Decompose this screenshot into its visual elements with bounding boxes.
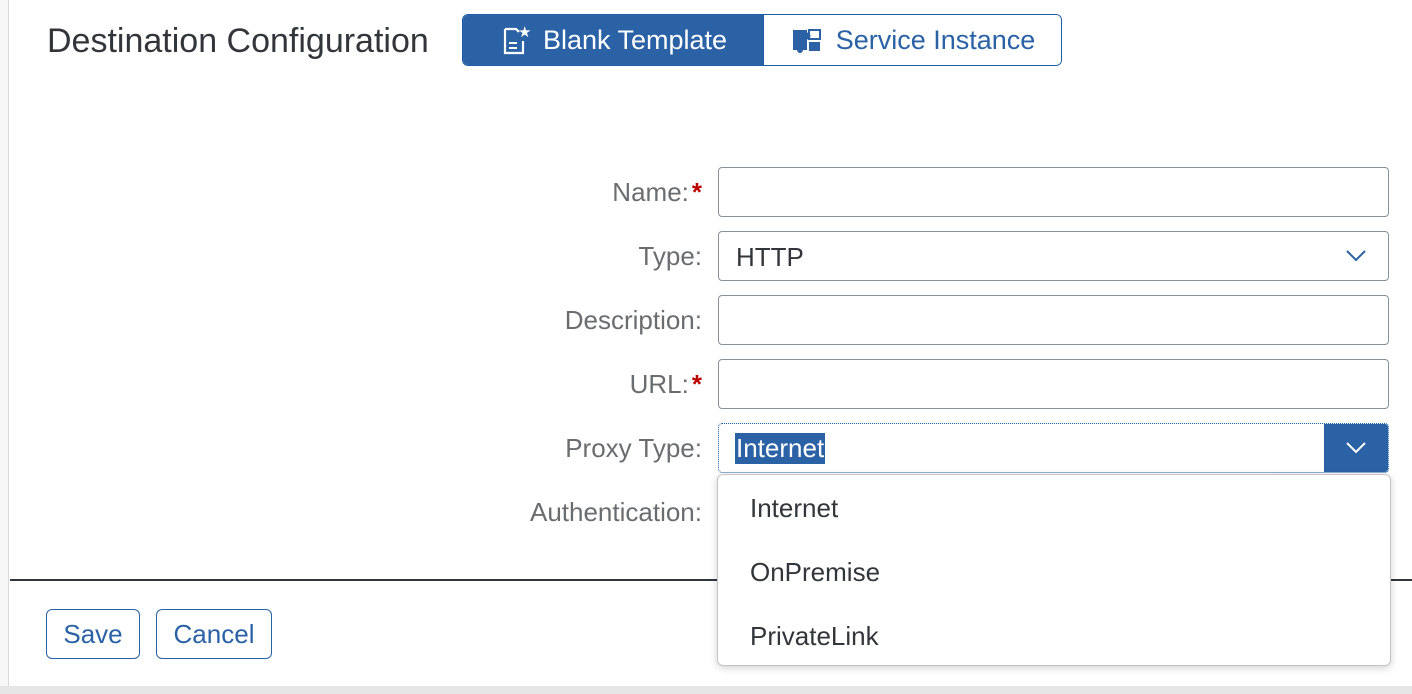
service-instance-label: Service Instance: [835, 24, 1036, 55]
required-mark: *: [691, 369, 702, 399]
proxy-type-dropdown: Internet OnPremise PrivateLink: [717, 474, 1391, 666]
url-field[interactable]: [718, 359, 1389, 409]
proxy-type-value: Internet: [735, 433, 826, 464]
cancel-button[interactable]: Cancel: [156, 609, 272, 659]
name-input[interactable]: [719, 168, 1388, 216]
type-label: Type:: [638, 241, 702, 271]
chevron-down-icon[interactable]: [1324, 232, 1388, 280]
description-label: Description:: [564, 305, 702, 335]
url-input[interactable]: [719, 360, 1388, 408]
proxy-type-label: Proxy Type:: [565, 433, 702, 463]
dropdown-option-privatelink[interactable]: PrivateLink: [750, 621, 879, 652]
service-instance-icon: [792, 29, 821, 53]
url-label-text: URL:: [629, 369, 689, 399]
save-button[interactable]: Save: [46, 609, 140, 659]
template-icon: ★: [503, 23, 531, 55]
url-label: URL: *: [630, 369, 702, 400]
description-field[interactable]: [718, 295, 1389, 345]
svg-text:★: ★: [518, 23, 531, 41]
chevron-down-icon[interactable]: [1324, 424, 1388, 472]
required-mark: *: [691, 177, 702, 207]
type-select[interactable]: HTTP: [718, 231, 1389, 281]
name-label-text: Name:: [612, 177, 689, 207]
page-title: Destination Configuration: [47, 22, 429, 60]
name-field[interactable]: [718, 167, 1389, 217]
service-instance-button[interactable]: Service Instance: [763, 15, 1061, 65]
type-value: HTTP: [736, 242, 804, 272]
dropdown-option-internet[interactable]: Internet: [750, 493, 838, 524]
authentication-label: Authentication:: [529, 497, 702, 527]
description-input[interactable]: [719, 296, 1388, 344]
dropdown-option-onpremise[interactable]: OnPremise: [750, 557, 880, 588]
blank-template-label: Blank Template: [542, 24, 728, 55]
template-segmented-button: ★ Blank Template Service Instance: [462, 14, 1062, 66]
name-label: Name: *: [612, 177, 702, 208]
left-border: [0, 0, 9, 694]
blank-template-button[interactable]: ★ Blank Template: [463, 15, 763, 65]
proxy-type-select[interactable]: Internet: [718, 423, 1389, 473]
bottom-edge: [0, 686, 1412, 694]
